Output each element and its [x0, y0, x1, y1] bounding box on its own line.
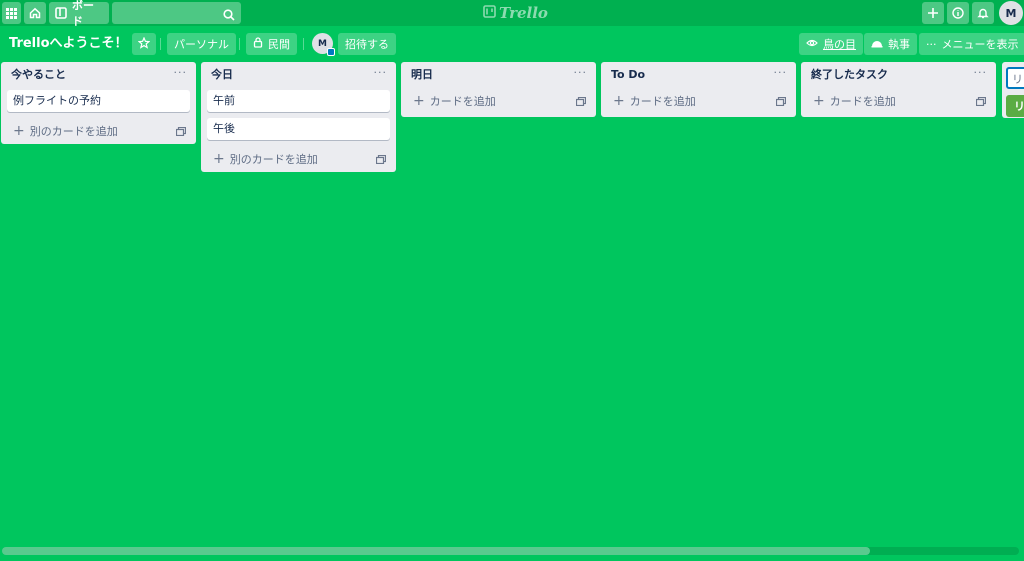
list-menu-icon[interactable]: ··· [774, 67, 788, 78]
more-icon: ··· [926, 37, 937, 51]
list: 今やること ··· 例フライトの予約 + 別のカードを追加 [1, 62, 196, 144]
list: 終了したタスク ··· + カードを追加 [801, 62, 996, 117]
plus-icon: + [613, 93, 625, 109]
plus-icon: + [13, 123, 25, 139]
add-list-form: リ リ [1002, 62, 1024, 118]
list: To Do ··· + カードを追加 [601, 62, 796, 117]
add-card-label: カードを追加 [629, 95, 696, 108]
add-card-button[interactable]: + カードを追加 [401, 88, 596, 114]
list-title[interactable]: 今やること [11, 62, 186, 88]
list-header[interactable]: 明日 ··· [401, 62, 596, 88]
separator [303, 38, 304, 50]
search-input[interactable] [112, 2, 241, 24]
add-card-label: 別のカードを追加 [29, 125, 118, 138]
trello-logo-text: Trello [499, 4, 548, 22]
plus-icon [927, 7, 939, 19]
list-header[interactable]: 終了したタスク ··· [801, 62, 996, 88]
list-header[interactable]: To Do ··· [601, 62, 796, 88]
add-card-button[interactable]: + 別のカードを追加 [201, 146, 396, 172]
star-icon [137, 35, 151, 52]
list: 今日 ··· 午前 午後 + 別のカードを追加 [201, 62, 396, 172]
list-header[interactable]: 今日 ··· [201, 62, 396, 88]
plus-icon: + [413, 93, 425, 109]
card[interactable]: 例フライトの予約 [7, 90, 190, 112]
add-card-label: カードを追加 [429, 95, 496, 108]
list: 明日 ··· + カードを追加 [401, 62, 596, 117]
card-template-icon[interactable] [175, 126, 187, 139]
home-button[interactable] [24, 2, 46, 24]
butler2-label: 執事 [888, 38, 910, 51]
notifications-button[interactable] [972, 2, 994, 24]
card-template-icon[interactable] [975, 96, 987, 109]
butler-icon [871, 38, 883, 51]
card[interactable]: 午前 [207, 90, 390, 112]
add-list-button[interactable]: リ [1006, 95, 1024, 117]
show-menu-button[interactable]: ··· メニューを表示 [919, 33, 1024, 55]
horizontal-scrollbar[interactable] [2, 547, 1019, 555]
add-card-button[interactable]: + 別のカードを追加 [1, 118, 196, 144]
admin-badge-icon [327, 48, 335, 56]
card-template-icon[interactable] [575, 96, 587, 109]
info-icon [952, 7, 964, 19]
separator [160, 38, 161, 50]
invite-label: 招待する [345, 38, 389, 51]
lock-icon [253, 37, 263, 51]
card-template-icon[interactable] [375, 154, 387, 167]
list-menu-icon[interactable]: ··· [374, 67, 388, 78]
apps-button[interactable] [2, 2, 21, 24]
visibility-label: 民間 [268, 38, 290, 51]
card-template-icon[interactable] [775, 96, 787, 109]
search-icon [223, 6, 235, 25]
list-title[interactable]: 終了したタスク [811, 62, 986, 88]
boards-button[interactable]: ボード [49, 0, 109, 28]
list-title[interactable]: To Do [611, 62, 786, 88]
plus-icon: + [213, 151, 225, 167]
add-card-button[interactable]: + カードを追加 [801, 88, 996, 114]
eye-icon [806, 38, 818, 51]
visibility-button[interactable]: 民間 [246, 33, 297, 55]
home-icon [29, 7, 41, 19]
list-name-input[interactable]: リ [1006, 67, 1024, 89]
member-avatar[interactable]: M [312, 33, 335, 56]
butler2-button[interactable]: 執事 [864, 33, 917, 55]
butler-button[interactable]: 鳥の目 [799, 33, 863, 55]
board-title[interactable]: Trelloへようこそ！ [9, 34, 128, 54]
team-button[interactable]: パーソナル [167, 33, 236, 55]
add-card-button[interactable]: + カードを追加 [601, 88, 796, 114]
scrollbar-thumb[interactable] [2, 547, 870, 555]
boards-label: ボード [72, 0, 94, 28]
show-menu-label: メニューを表示 [941, 38, 1019, 51]
star-button[interactable] [132, 33, 156, 55]
list-header[interactable]: 今やること ··· [1, 62, 196, 88]
add-card-label: 別のカードを追加 [229, 153, 318, 166]
app-header: ボード Trello M [0, 0, 1024, 28]
list-menu-icon[interactable]: ··· [974, 67, 988, 78]
list-title[interactable]: 明日 [411, 62, 586, 88]
create-button[interactable] [922, 2, 944, 24]
invite-button[interactable]: 招待する [338, 33, 396, 55]
apps-icon [6, 7, 17, 19]
add-card-label: カードを追加 [829, 95, 896, 108]
info-button[interactable] [947, 2, 969, 24]
trello-logo-icon [483, 4, 496, 22]
separator [239, 38, 240, 50]
team-label: パーソナル [174, 38, 229, 51]
list-title[interactable]: 今日 [211, 62, 386, 88]
plus-icon: + [813, 93, 825, 109]
member-initial: M [318, 38, 327, 49]
card[interactable]: 午後 [207, 118, 390, 140]
bell-icon [977, 7, 989, 19]
list-menu-icon[interactable]: ··· [174, 67, 188, 78]
trello-logo[interactable]: Trello [483, 3, 548, 23]
board-icon [55, 7, 67, 19]
list-menu-icon[interactable]: ··· [574, 67, 588, 78]
user-avatar[interactable]: M [999, 1, 1023, 25]
butler-label: 鳥の目 [823, 38, 856, 51]
